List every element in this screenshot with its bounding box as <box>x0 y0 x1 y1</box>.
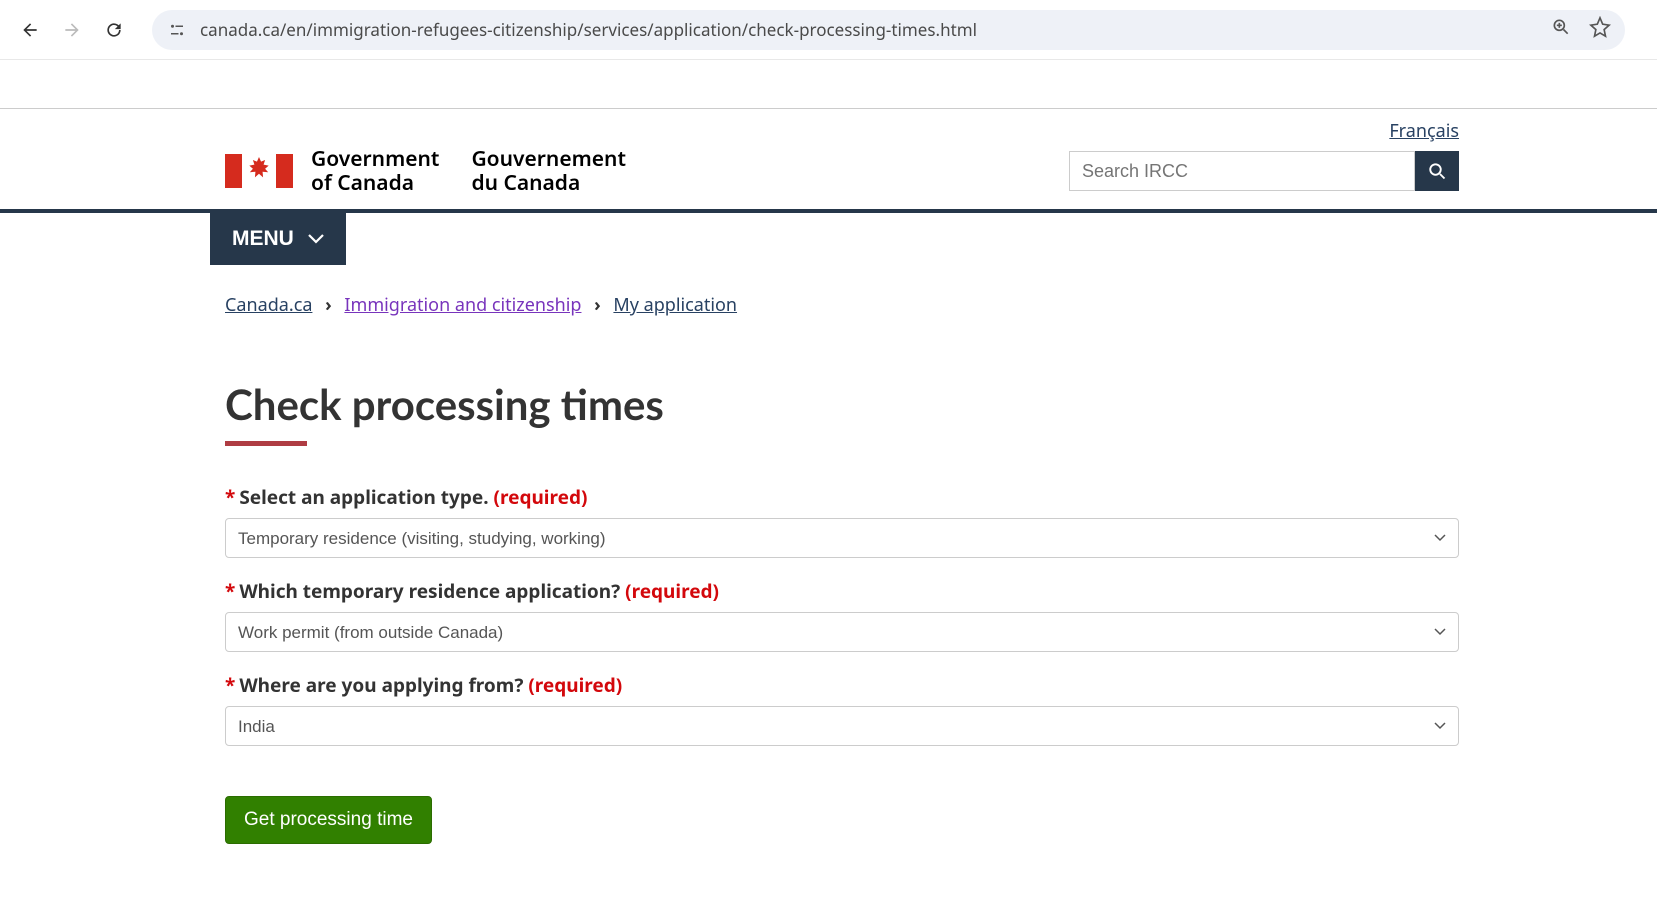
zoom-icon[interactable] <box>1551 17 1571 42</box>
chevron-right-icon: › <box>325 293 332 317</box>
select-applying-from[interactable]: India <box>225 706 1459 746</box>
breadcrumb-link-2[interactable]: My application <box>613 293 737 317</box>
main-menu-button[interactable]: MENU <box>210 213 346 265</box>
breadcrumb: Canada.ca › Immigration and citizenship … <box>0 265 1657 317</box>
reload-button[interactable] <box>102 18 126 42</box>
required-text: (required) <box>528 672 622 698</box>
site-info-icon[interactable] <box>166 19 188 41</box>
required-star: * <box>225 578 235 604</box>
government-logo[interactable]: Government of Canada Gouvernement du Can… <box>225 147 626 195</box>
search-icon <box>1428 162 1446 180</box>
browser-toolbar: canada.ca/en/immigration-refugees-citize… <box>0 0 1657 60</box>
label-application-type: *Select an application type. (required) <box>225 484 1459 510</box>
language-row: Français <box>0 109 1657 143</box>
breadcrumb-link-0[interactable]: Canada.ca <box>225 293 312 317</box>
title-underline <box>225 441 307 446</box>
page-body: Français Government of Canada Gouvernem <box>0 60 1657 884</box>
breadcrumb-link-1[interactable]: Immigration and citizenship <box>344 293 581 317</box>
bookmark-star-icon[interactable] <box>1589 16 1611 43</box>
search-button[interactable] <box>1415 151 1459 191</box>
menu-row: MENU <box>0 213 1657 265</box>
chevron-right-icon: › <box>594 293 601 317</box>
gov-fr-line1: Gouvernement <box>471 147 626 171</box>
chevron-down-icon <box>308 234 324 244</box>
back-button[interactable] <box>18 18 42 42</box>
maple-leaf-icon <box>246 157 272 185</box>
menu-label: MENU <box>232 227 294 251</box>
select-application-type[interactable]: Temporary residence (visiting, studying,… <box>225 518 1459 558</box>
required-star: * <box>225 672 235 698</box>
url-text: canada.ca/en/immigration-refugees-citize… <box>200 18 1539 41</box>
select-temp-residence[interactable]: Work permit (from outside Canada) <box>225 612 1459 652</box>
canada-flag-icon <box>225 154 293 188</box>
site-header: Government of Canada Gouvernement du Can… <box>0 143 1657 209</box>
main-content: Check processing times *Select an applic… <box>0 317 1657 884</box>
language-toggle-link[interactable]: Français <box>1389 119 1459 143</box>
gov-fr-line2: du Canada <box>471 171 626 195</box>
get-processing-time-button[interactable]: Get processing time <box>225 796 432 844</box>
label-applying-from: *Where are you applying from? (required) <box>225 672 1459 698</box>
site-search <box>1069 151 1459 191</box>
forward-button[interactable] <box>60 18 84 42</box>
address-bar[interactable]: canada.ca/en/immigration-refugees-citize… <box>152 10 1625 50</box>
government-wordmark: Government of Canada Gouvernement du Can… <box>311 147 626 195</box>
required-text: (required) <box>494 484 588 510</box>
required-text: (required) <box>625 578 719 604</box>
addr-icons <box>1551 16 1611 43</box>
gov-en-line2: of Canada <box>311 171 439 195</box>
search-input[interactable] <box>1069 151 1415 191</box>
form-group-applying-from: *Where are you applying from? (required)… <box>225 672 1459 746</box>
form-group-temp-residence: *Which temporary residence application? … <box>225 578 1459 652</box>
nav-arrows-group <box>18 18 126 42</box>
required-star: * <box>225 484 235 510</box>
label-temp-residence: *Which temporary residence application? … <box>225 578 1459 604</box>
gov-en-line1: Government <box>311 147 439 171</box>
page-title: Check processing times <box>225 379 1459 429</box>
form-group-application-type: *Select an application type. (required) … <box>225 484 1459 558</box>
